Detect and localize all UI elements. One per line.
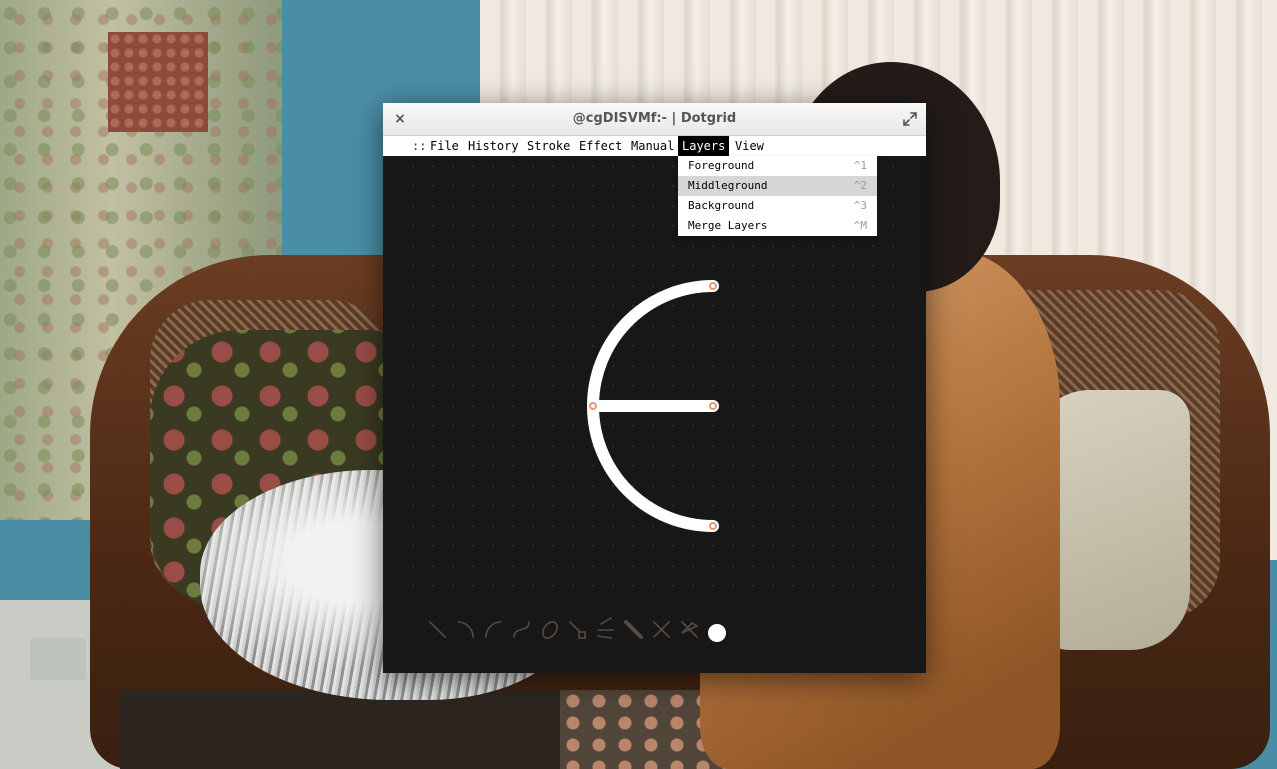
layers-merge[interactable]: Merge Layers ^M: [678, 216, 877, 236]
color-icon[interactable]: [708, 624, 726, 642]
menu-history[interactable]: History: [464, 136, 523, 156]
menu-item-shortcut: ^2: [853, 179, 867, 192]
menu-manual[interactable]: Manual: [627, 136, 678, 156]
dotgrid-window: × @cgDISVMf:- | Dotgrid :: File History …: [383, 103, 926, 673]
arc-clockwise-icon[interactable]: [457, 621, 474, 638]
menu-effect[interactable]: Effect: [575, 136, 626, 156]
toolbar: [429, 617, 726, 642]
menu-file[interactable]: File: [426, 136, 463, 156]
vertex: [709, 282, 717, 290]
layers-background[interactable]: Background ^3: [678, 196, 877, 216]
arc-counterclockwise-icon[interactable]: [485, 621, 502, 638]
bezier-icon[interactable]: [513, 621, 530, 638]
close-button[interactable]: ×: [391, 110, 409, 128]
menu-item-label: Merge Layers: [688, 219, 768, 232]
menu-item-label: Middleground: [688, 179, 768, 192]
title-bar: × @cgDISVMf:- | Dotgrid: [383, 103, 926, 136]
linejoin-icon[interactable]: [597, 617, 614, 639]
vertex: [709, 522, 717, 530]
menu-item-label: Foreground: [688, 159, 755, 172]
menu-view[interactable]: View: [731, 136, 768, 156]
layers-middleground[interactable]: Middleground ^2: [678, 176, 877, 196]
vertex: [709, 402, 717, 410]
thickness-icon[interactable]: [624, 620, 643, 639]
vertex: [589, 402, 597, 410]
menu-layers[interactable]: Layers: [678, 136, 730, 156]
line-icon[interactable]: [429, 621, 446, 638]
drawn-shape[interactable]: [587, 280, 719, 532]
layers-dropdown: Foreground ^1 Middleground ^2 Background…: [678, 156, 877, 236]
maximize-button[interactable]: [902, 111, 918, 127]
fill-icon[interactable]: [681, 621, 699, 638]
linecap-icon[interactable]: [569, 621, 586, 639]
menu-stroke[interactable]: Stroke: [523, 136, 574, 156]
menu-item-shortcut: ^M: [853, 219, 867, 232]
maximize-icon: [903, 112, 917, 126]
menu-item-shortcut: ^3: [853, 199, 867, 212]
window-title: @cgDISVMf:- | Dotgrid: [572, 111, 737, 126]
mirror-icon[interactable]: [653, 621, 670, 638]
menu-bar: :: File History Stroke Effect Manual Lay…: [383, 136, 926, 156]
menu-item-shortcut: ^1: [853, 159, 867, 172]
menu-item-label: Background: [688, 199, 755, 212]
layers-foreground[interactable]: Foreground ^1: [678, 156, 877, 176]
close-path-icon[interactable]: [540, 619, 560, 641]
close-icon: ×: [394, 111, 406, 127]
